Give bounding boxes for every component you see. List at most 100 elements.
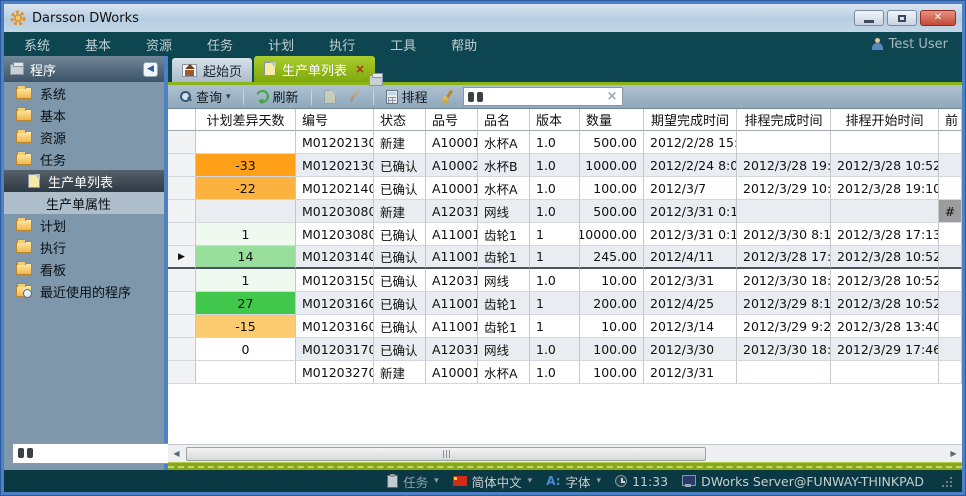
cell-item_no[interactable]: A11001 (426, 223, 478, 246)
cell-sched_end[interactable]: 2012/3/28 19:10 (737, 154, 831, 177)
close-button[interactable]: ✕ (920, 10, 956, 26)
toolbar-search-input[interactable] (487, 90, 603, 104)
sidebar-item-系统[interactable]: 系统 (4, 82, 164, 104)
cell-id[interactable]: M012021302 (296, 154, 374, 177)
cell-sched_end[interactable] (737, 200, 831, 223)
table-row[interactable]: M012030801新建A12031网线1.0500.002012/3/31 0… (168, 200, 962, 223)
sidebar-item-最近使用的程序[interactable]: 最近使用的程序 (4, 280, 164, 302)
column-header-版本[interactable]: 版本 (530, 109, 580, 131)
cell-diff[interactable] (196, 361, 296, 384)
cell-item_no[interactable]: A11001 (426, 292, 478, 315)
cell-extra[interactable] (939, 361, 962, 384)
row-selector[interactable] (168, 177, 196, 200)
cell-version[interactable]: 1.0 (530, 154, 580, 177)
cell-sched_start[interactable] (831, 200, 939, 223)
cell-sched_start[interactable]: 2012/3/28 13:40 (831, 315, 939, 338)
cell-item_name[interactable]: 网线 (478, 200, 530, 223)
cell-qty[interactable]: 200.00 (580, 292, 644, 315)
menu-item-资源[interactable]: 资源 (140, 33, 178, 56)
cell-status[interactable]: 新建 (374, 200, 426, 223)
cell-extra[interactable] (939, 338, 962, 361)
cell-status[interactable]: 已确认 (374, 223, 426, 246)
minimize-button[interactable] (854, 10, 884, 26)
cell-id[interactable]: M012032701 (296, 361, 374, 384)
cell-diff[interactable] (196, 131, 296, 154)
cell-diff[interactable]: 14 (196, 246, 296, 269)
cell-status[interactable]: 已确认 (374, 246, 426, 269)
sidebar-item-执行[interactable]: 执行 (4, 236, 164, 258)
row-selector[interactable] (168, 269, 196, 292)
cell-sched_end[interactable] (737, 361, 831, 384)
sidebar-item-看板[interactable]: 看板 (4, 258, 164, 280)
chevron-down-icon[interactable]: ▾ (434, 476, 439, 486)
cell-version[interactable]: 1.0 (530, 361, 580, 384)
cell-id[interactable]: M012021401 (296, 177, 374, 200)
chevron-down-icon[interactable]: ▾ (597, 476, 602, 486)
cell-item_name[interactable]: 齿轮1 (478, 315, 530, 338)
column-header-数量[interactable]: 数量 (580, 109, 644, 131)
cell-version[interactable]: 1.0 (530, 131, 580, 154)
cell-sched_end[interactable]: 2012/3/30 8:15 (737, 223, 831, 246)
cell-extra[interactable] (939, 292, 962, 315)
cell-extra[interactable] (939, 315, 962, 338)
menu-item-系统[interactable]: 系统 (18, 33, 56, 56)
cell-diff[interactable] (196, 200, 296, 223)
scroll-right-icon[interactable]: ▶ (945, 446, 962, 462)
column-header-期望完成时间[interactable]: 期望完成时间 (644, 109, 737, 131)
cell-diff[interactable]: 1 (196, 223, 296, 246)
cell-diff[interactable]: 0 (196, 338, 296, 361)
edit-button[interactable] (345, 89, 364, 104)
cell-item_name[interactable]: 网线 (478, 338, 530, 361)
cell-qty[interactable]: 10.00 (580, 315, 644, 338)
tab-close-icon[interactable]: × (355, 62, 365, 76)
status-任务[interactable]: 任务▾ (387, 472, 439, 491)
status-字体[interactable]: A:字体▾ (546, 472, 601, 491)
tab-起始页[interactable]: 起始页 (172, 58, 252, 82)
cell-diff[interactable]: -33 (196, 154, 296, 177)
sidebar-item-生产单列表[interactable]: 生产单列表 (4, 170, 164, 192)
status-简体中文[interactable]: 简体中文▾ (453, 472, 533, 491)
table-row[interactable]: -22M012021401已确认A10001水杯A1.0100.002012/3… (168, 177, 962, 200)
column-header-编号[interactable]: 编号 (296, 109, 374, 131)
windows-list-icon[interactable] (369, 75, 383, 86)
cell-version[interactable]: 1 (530, 246, 580, 269)
cell-sched_start[interactable] (831, 131, 939, 154)
cell-due[interactable]: 2012/2/28 15:00 (644, 131, 737, 154)
cell-sched_end[interactable]: 2012/3/29 10:20 (737, 177, 831, 200)
cell-due[interactable]: 2012/3/31 0:10 (644, 200, 737, 223)
table-row[interactable]: 27M012031601已确认A11001齿轮11200.002012/4/25… (168, 292, 962, 315)
sidebar-item-资源[interactable]: 资源 (4, 126, 164, 148)
cell-qty[interactable]: 500.00 (580, 200, 644, 223)
cell-item_no[interactable]: A11001 (426, 246, 478, 269)
user-menu[interactable]: Test User (871, 37, 948, 52)
row-selector[interactable] (168, 361, 196, 384)
cell-due[interactable]: 2012/3/30 (644, 338, 737, 361)
cell-status[interactable]: 已确认 (374, 177, 426, 200)
cell-item_name[interactable]: 齿轮1 (478, 292, 530, 315)
cell-sched_start[interactable]: 2012/3/28 10:52 (831, 292, 939, 315)
cell-extra[interactable] (939, 223, 962, 246)
resize-grip[interactable] (940, 475, 952, 487)
cell-due[interactable]: 2012/4/11 (644, 246, 737, 269)
cell-sched_start[interactable]: 2012/3/28 19:10 (831, 177, 939, 200)
cell-extra[interactable] (939, 154, 962, 177)
row-selector[interactable] (168, 292, 196, 315)
cell-version[interactable]: 1 (530, 223, 580, 246)
cell-item_name[interactable]: 水杯A (478, 177, 530, 200)
row-selector[interactable] (168, 200, 196, 223)
restore-button[interactable] (887, 10, 917, 26)
cell-due[interactable]: 2012/3/31 (644, 361, 737, 384)
column-header-前[interactable]: 前 (939, 109, 962, 131)
cell-item_no[interactable]: A10001 (426, 177, 478, 200)
menu-item-计划[interactable]: 计划 (262, 33, 300, 56)
cell-item_no[interactable]: A11001 (426, 315, 478, 338)
cell-due[interactable]: 2012/3/7 (644, 177, 737, 200)
cell-item_no[interactable]: A10001 (426, 361, 478, 384)
cell-diff[interactable]: 27 (196, 292, 296, 315)
cell-id[interactable]: M012030802 (296, 223, 374, 246)
table-row[interactable]: M012021301新建A10001水杯A1.0500.002012/2/28 … (168, 131, 962, 154)
column-header-品号[interactable]: 品号 (426, 109, 478, 131)
cell-sched_start[interactable]: 2012/3/29 17:46 (831, 338, 939, 361)
cell-version[interactable]: 1.0 (530, 338, 580, 361)
cell-qty[interactable]: 500.00 (580, 131, 644, 154)
